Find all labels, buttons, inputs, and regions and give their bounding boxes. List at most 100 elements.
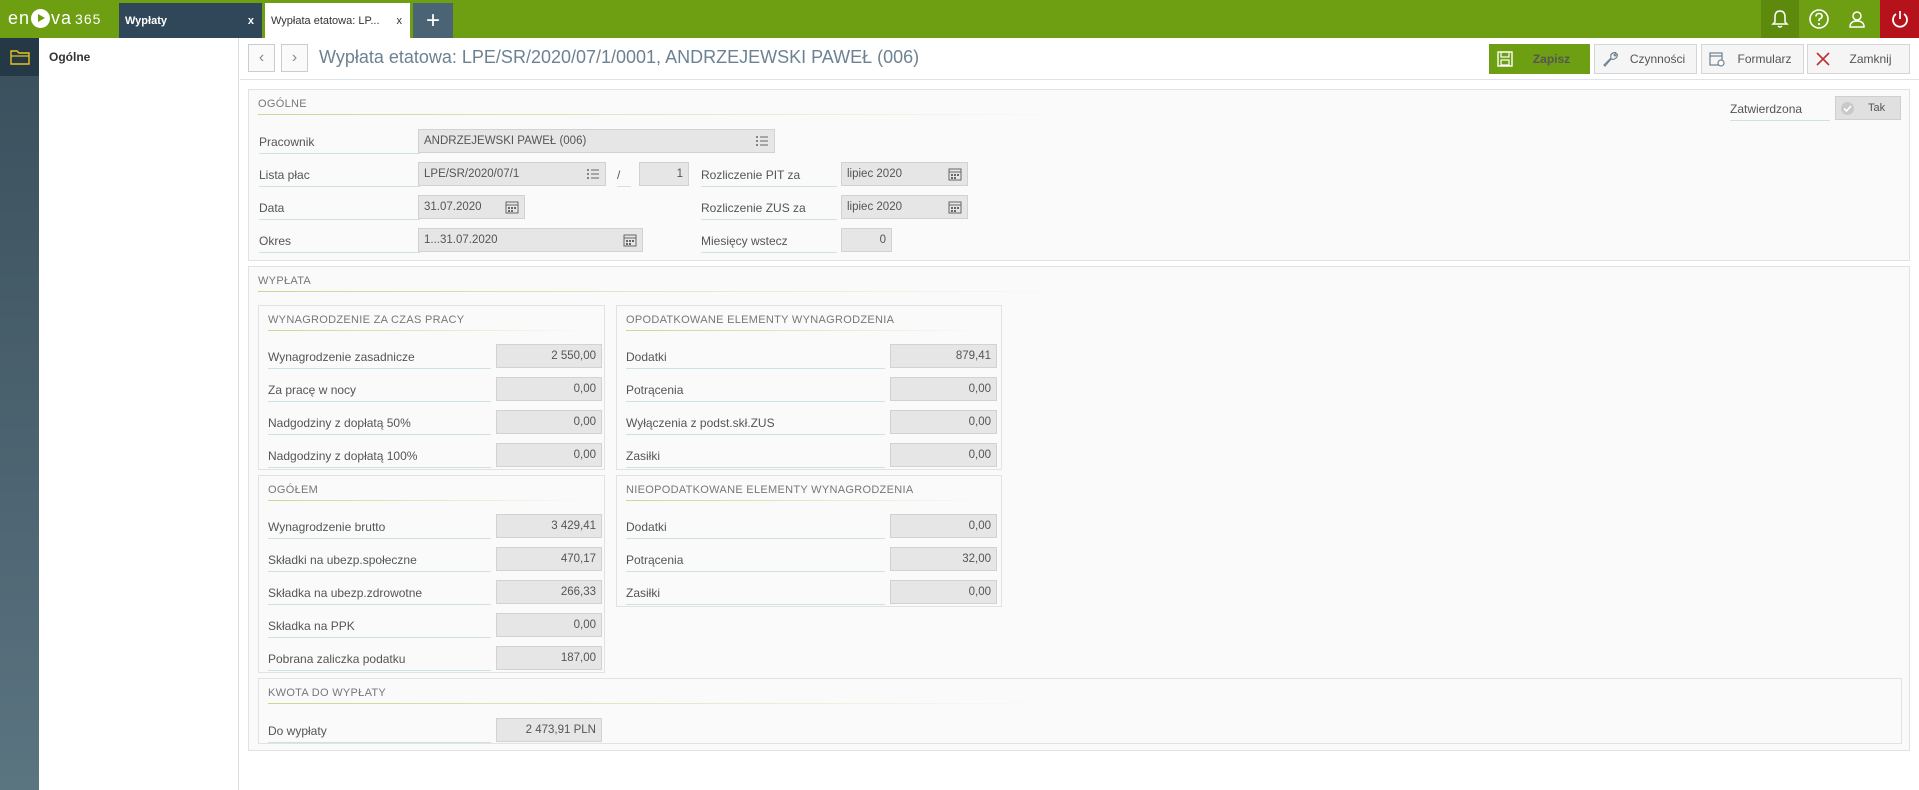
tax-advance-field[interactable]: 187,00 <box>496 646 602 670</box>
row-value: 0,00 <box>968 383 991 395</box>
row-label: Zasiłki <box>626 449 661 463</box>
months-back-value: 0 <box>879 234 886 246</box>
taxed-bonuses-field[interactable]: 879,41 <box>890 344 997 368</box>
payroll-number-value: 1 <box>676 168 683 180</box>
gross-salary-field[interactable]: 3 429,41 <box>496 514 602 538</box>
row-value: 0,00 <box>968 416 991 428</box>
user-button[interactable] <box>1838 0 1876 38</box>
close-button[interactable]: Zamknij <box>1807 44 1910 74</box>
payroll-label: Lista płac <box>259 168 310 182</box>
employee-value: ANDRZEJEWSKI PAWEŁ (006) <box>424 135 587 147</box>
save-button[interactable]: Zapisz <box>1489 44 1590 74</box>
side-panel: Ogólne <box>39 38 239 790</box>
calendar-icon[interactable] <box>505 200 519 214</box>
group-title: KWOTA DO WYPŁATY <box>268 687 387 699</box>
row-label: Składki na ubezp.społeczne <box>268 553 417 567</box>
taxed-benefits-field[interactable]: 0,00 <box>890 443 997 467</box>
help-button[interactable] <box>1800 0 1838 38</box>
approved-toggle[interactable]: Tak <box>1835 96 1901 120</box>
row-value: 0,00 <box>573 619 596 631</box>
label-underline <box>259 252 420 253</box>
list-icon[interactable] <box>755 134 769 148</box>
previous-button[interactable]: ‹ <box>248 44 275 72</box>
group-divider <box>626 330 986 331</box>
tab-wyplaty[interactable]: Wypłaty x <box>119 3 262 38</box>
tab-close-icon[interactable]: x <box>397 15 403 27</box>
power-icon <box>1891 11 1908 28</box>
payout-amount-value: 2 473,91 PLN <box>525 724 596 736</box>
period-field[interactable]: 1...31.07.2020 <box>418 228 643 252</box>
logout-button[interactable] <box>1880 0 1919 38</box>
group-divider <box>268 330 588 331</box>
label-underline <box>259 153 420 154</box>
social-contributions-field[interactable]: 470,17 <box>496 547 602 571</box>
user-icon <box>1849 11 1865 28</box>
base-salary-field[interactable]: 2 550,00 <box>496 344 602 368</box>
help-icon <box>1809 9 1829 29</box>
label-underline <box>268 637 491 638</box>
ppk-contribution-field[interactable]: 0,00 <box>496 613 602 637</box>
payout-amount-field[interactable]: 2 473,91 PLN <box>496 718 602 742</box>
folder-button[interactable] <box>0 38 39 76</box>
amount-to-pay-group: KWOTA DO WYPŁATY Do wypłaty 2 473,91 PLN <box>258 678 1902 744</box>
group-divider <box>268 703 1048 704</box>
row-label: Dodatki <box>626 520 667 534</box>
folder-icon <box>9 50 30 65</box>
tab-wyplata-etatowa[interactable]: Wypłata etatowa: LP... x <box>265 3 410 38</box>
untaxed-elements-group: NIEOPODATKOWANE ELEMENTY WYNAGRODZENIA D… <box>616 475 1002 607</box>
sidebar-item-ogolne[interactable]: Ogólne <box>49 50 90 64</box>
pit-period-field[interactable]: lipiec 2020 <box>841 162 968 186</box>
months-back-field[interactable]: 0 <box>841 228 892 252</box>
label-underline <box>268 670 491 671</box>
zus-label: Rozliczenie ZUS za <box>701 201 806 215</box>
page-header: ‹ › Wypłata etatowa: LPE/SR/2020/07/1/00… <box>240 38 1919 80</box>
date-field[interactable]: 31.07.2020 <box>418 195 525 219</box>
untaxed-benefits-field[interactable]: 0,00 <box>890 580 997 604</box>
left-navigation-bar <box>0 38 39 790</box>
taxed-deductions-field[interactable]: 0,00 <box>890 377 997 401</box>
calendar-icon[interactable] <box>948 167 962 181</box>
untaxed-bonuses-field[interactable]: 0,00 <box>890 514 997 538</box>
label-underline <box>268 571 491 572</box>
row-value: 3 429,41 <box>551 520 596 532</box>
tab-close-icon[interactable]: x <box>248 15 254 27</box>
label-underline <box>268 434 491 435</box>
form-button[interactable]: Formularz <box>1701 44 1804 74</box>
night-work-field[interactable]: 0,00 <box>496 377 602 401</box>
employee-field[interactable]: ANDRZEJEWSKI PAWEŁ (006) <box>418 129 775 153</box>
row-label: Wyłączenia z podst.skł.ZUS <box>626 416 775 430</box>
section-title: WYPŁATA <box>258 275 312 287</box>
row-label: Wynagrodzenie zasadnicze <box>268 350 415 364</box>
enova-logo[interactable]: en va 365 <box>8 8 101 29</box>
row-value: 187,00 <box>560 652 596 664</box>
group-title: OPODATKOWANE ELEMENTY WYNAGRODZENIA <box>626 314 895 326</box>
logo-text-left: en <box>8 8 31 28</box>
calendar-icon[interactable] <box>948 200 962 214</box>
date-value: 31.07.2020 <box>424 201 482 213</box>
row-value: 266,33 <box>560 586 596 598</box>
add-tab-button[interactable]: + <box>413 3 453 38</box>
employee-label: Pracownik <box>259 135 315 149</box>
calendar-icon[interactable] <box>623 233 637 247</box>
zus-period-field[interactable]: lipiec 2020 <box>841 195 968 219</box>
label-underline <box>626 368 885 369</box>
health-contribution-field[interactable]: 266,33 <box>496 580 602 604</box>
payroll-field[interactable]: LPE/SR/2020/07/1 <box>418 162 606 186</box>
tab-label: Wypłaty <box>125 14 167 27</box>
group-title: OGÓŁEM <box>268 484 319 496</box>
check-circle-icon <box>1841 102 1854 115</box>
payroll-number-field[interactable]: 1 <box>639 162 689 186</box>
notifications-button[interactable] <box>1761 0 1799 38</box>
untaxed-deductions-field[interactable]: 32,00 <box>890 547 997 571</box>
label-underline <box>626 571 885 572</box>
zus-exclusions-field[interactable]: 0,00 <box>890 410 997 434</box>
next-button[interactable]: › <box>281 44 308 72</box>
actions-button[interactable]: Czynności <box>1594 44 1697 74</box>
actions-label: Czynności <box>1629 52 1686 66</box>
row-label: Wynagrodzenie brutto <box>268 520 386 534</box>
tab-label: Wypłata etatowa: LP... <box>271 14 380 27</box>
overtime-50-field[interactable]: 0,00 <box>496 410 602 434</box>
approved-value: Tak <box>1868 102 1886 114</box>
overtime-100-field[interactable]: 0,00 <box>496 443 602 467</box>
list-icon[interactable] <box>586 167 600 181</box>
